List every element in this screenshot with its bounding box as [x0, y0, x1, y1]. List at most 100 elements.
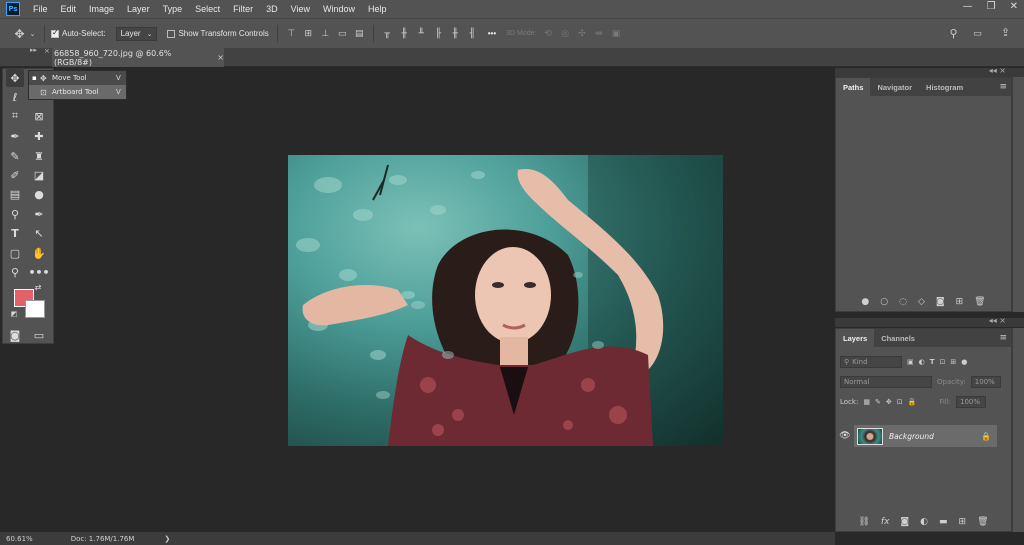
filter-smart-object-icon[interactable]: ⊞ — [950, 358, 956, 366]
swap-colors-icon[interactable]: ⇄ — [32, 281, 44, 293]
distribute-hcenter-icon[interactable]: ╫ — [450, 28, 461, 39]
panel-collapse-bar[interactable]: ◂◂ × — [835, 66, 1024, 77]
rectangle-tool-icon[interactable]: ▢ — [6, 244, 24, 262]
close-button[interactable]: ✕ — [1010, 1, 1018, 12]
collapse-panels-icon[interactable]: ◂◂ × — [989, 316, 1006, 325]
new-adjustment-icon[interactable]: ◐ — [920, 517, 928, 527]
new-group-icon[interactable]: ▬ — [939, 517, 948, 527]
search-icon[interactable]: ⚲ — [948, 27, 959, 40]
lock-position-icon[interactable]: ✥ — [886, 398, 892, 406]
clone-stamp-tool-icon[interactable]: ♜ — [30, 147, 48, 165]
screen-mode-icon[interactable]: ▭ — [30, 326, 48, 344]
status-menu-arrow[interactable]: ❯ — [164, 535, 170, 543]
canvas-image[interactable] — [288, 155, 723, 446]
tab-channels[interactable]: Channels — [874, 329, 922, 347]
menu-view[interactable]: View — [291, 4, 310, 14]
close-icon[interactable]: × — [44, 47, 50, 55]
menu-image[interactable]: Image — [89, 4, 114, 14]
move-tool-icon[interactable]: ✥ — [6, 69, 24, 87]
fill-field[interactable]: 100% — [956, 395, 987, 408]
collapse-panels-icon[interactable]: ◂◂ × — [989, 66, 1006, 75]
zoom-level[interactable]: 60.61% — [6, 535, 33, 543]
move-tool-preset-icon[interactable]: ✥ — [14, 27, 25, 41]
distribute-right-icon[interactable]: ╢ — [467, 28, 478, 39]
menu-window[interactable]: Window — [323, 4, 355, 14]
link-layers-icon[interactable]: ⛓ — [858, 517, 869, 527]
menu-type[interactable]: Type — [163, 4, 183, 14]
tab-navigator[interactable]: Navigator — [870, 78, 919, 96]
crop-tool-icon[interactable]: ⌗ — [6, 107, 24, 125]
auto-select-dropdown[interactable]: Layer ⌄ — [115, 26, 158, 41]
add-mask-icon[interactable]: ◙ — [900, 517, 909, 527]
align-top-icon[interactable]: ⊤ — [286, 28, 297, 39]
restore-button[interactable]: ❐ — [987, 1, 996, 12]
align-hcenter-icon[interactable]: ▤ — [354, 28, 365, 39]
hand-tool-icon[interactable]: ✋ — [30, 244, 48, 262]
layer-style-icon[interactable]: fx — [881, 517, 890, 527]
filter-type-icon[interactable]: T — [930, 358, 935, 366]
auto-select-checkbox[interactable]: Auto-Select: — [51, 28, 106, 38]
menu-edit[interactable]: Edit — [61, 4, 77, 14]
more-options-button[interactable]: ••• — [488, 29, 496, 38]
layers-panel-scrollbar[interactable] — [1012, 328, 1024, 532]
document-tab[interactable]: 66858_960_720.jpg @ 60.6% (RGB/8#) × — [52, 48, 224, 67]
tab-histogram[interactable]: Histogram — [919, 78, 970, 96]
align-bottom-icon[interactable]: ⊥ — [320, 28, 331, 39]
3d-camera-icon[interactable]: ▣ — [611, 28, 622, 39]
layer-row[interactable]: 👁 Background 🔒 — [836, 424, 1011, 448]
tab-layers[interactable]: Layers — [836, 329, 875, 347]
lock-artboard-icon[interactable]: ⊡ — [897, 398, 903, 406]
menu-select[interactable]: Select — [195, 4, 220, 14]
fill-path-icon[interactable]: ● — [861, 297, 869, 307]
stroke-path-icon[interactable]: ○ — [880, 297, 888, 307]
default-colors-icon[interactable]: ◩ — [9, 309, 19, 319]
pen-tool-icon[interactable]: ✒ — [30, 205, 48, 223]
new-path-icon[interactable]: ⊞ — [956, 297, 964, 307]
layer-selected[interactable]: Background 🔒 — [854, 425, 997, 447]
add-mask-icon[interactable]: ◙ — [936, 297, 945, 307]
visibility-eye-icon[interactable]: 👁 — [836, 431, 854, 441]
menu-layer[interactable]: Layer — [127, 4, 150, 14]
new-layer-icon[interactable]: ⊞ — [959, 517, 967, 527]
distribute-bottom-icon[interactable]: ╨ — [416, 28, 427, 39]
blur-tool-icon[interactable]: ● — [30, 185, 48, 203]
lock-image-icon[interactable]: ✎ — [875, 398, 881, 406]
menu-3d[interactable]: 3D — [266, 4, 278, 14]
quick-mask-icon[interactable]: ◙ — [6, 326, 24, 344]
eyedropper-tool-icon[interactable]: ✒ — [6, 127, 24, 145]
distribute-top-icon[interactable]: ╥ — [382, 28, 393, 39]
filter-adjustment-icon[interactable]: ◐ — [919, 358, 925, 366]
workspace-icon[interactable]: ▭ — [972, 28, 983, 39]
menu-help[interactable]: Help — [368, 4, 387, 14]
filter-pixel-icon[interactable]: ▣ — [907, 358, 914, 366]
path-selection-tool-icon[interactable]: ↖ — [30, 224, 48, 242]
panel-menu-icon[interactable]: ≡ — [999, 78, 1007, 96]
flyout-item-artboard-tool[interactable]: ⊡ Artboard Tool V — [29, 85, 126, 99]
panel-menu-icon[interactable]: ≡ — [999, 329, 1007, 347]
frame-tool-icon[interactable]: ⊠ — [30, 107, 48, 125]
show-transform-checkbox[interactable]: Show Transform Controls — [167, 29, 269, 38]
3d-orbit-icon[interactable]: ⟲ — [543, 28, 554, 39]
kind-filter-dropdown[interactable]: ⚲ Kind — [840, 355, 902, 368]
filter-toggle-icon[interactable]: ● — [961, 358, 967, 366]
distribute-left-icon[interactable]: ╟ — [433, 28, 444, 39]
align-left-icon[interactable]: ▭ — [337, 28, 348, 39]
background-color-swatch[interactable] — [25, 300, 45, 318]
load-selection-icon[interactable]: ◌ — [899, 297, 907, 307]
history-brush-tool-icon[interactable]: ✐ — [6, 166, 24, 184]
blend-mode-dropdown[interactable]: Normal — [840, 375, 932, 388]
lock-all-icon[interactable]: 🔒 — [908, 398, 917, 406]
more-tools-icon[interactable]: ••• — [28, 263, 49, 281]
minimize-button[interactable]: — — [963, 1, 973, 12]
dodge-tool-icon[interactable]: ⚲ — [6, 205, 24, 223]
paths-panel-scrollbar[interactable] — [1012, 77, 1024, 312]
menu-filter[interactable]: Filter — [233, 4, 253, 14]
flyout-item-move-tool[interactable]: ▪ ✥ Move Tool V — [29, 71, 126, 85]
eraser-tool-icon[interactable]: ◪ — [30, 166, 48, 184]
menu-file[interactable]: File — [33, 4, 48, 14]
align-vcenter-icon[interactable]: ⊞ — [303, 28, 314, 39]
share-icon[interactable]: ⇪ — [1000, 26, 1011, 39]
lasso-tool-icon[interactable]: ℓ — [6, 88, 24, 106]
lock-transparent-icon[interactable]: ▦ — [863, 398, 870, 406]
distribute-vcenter-icon[interactable]: ╫ — [399, 28, 410, 39]
